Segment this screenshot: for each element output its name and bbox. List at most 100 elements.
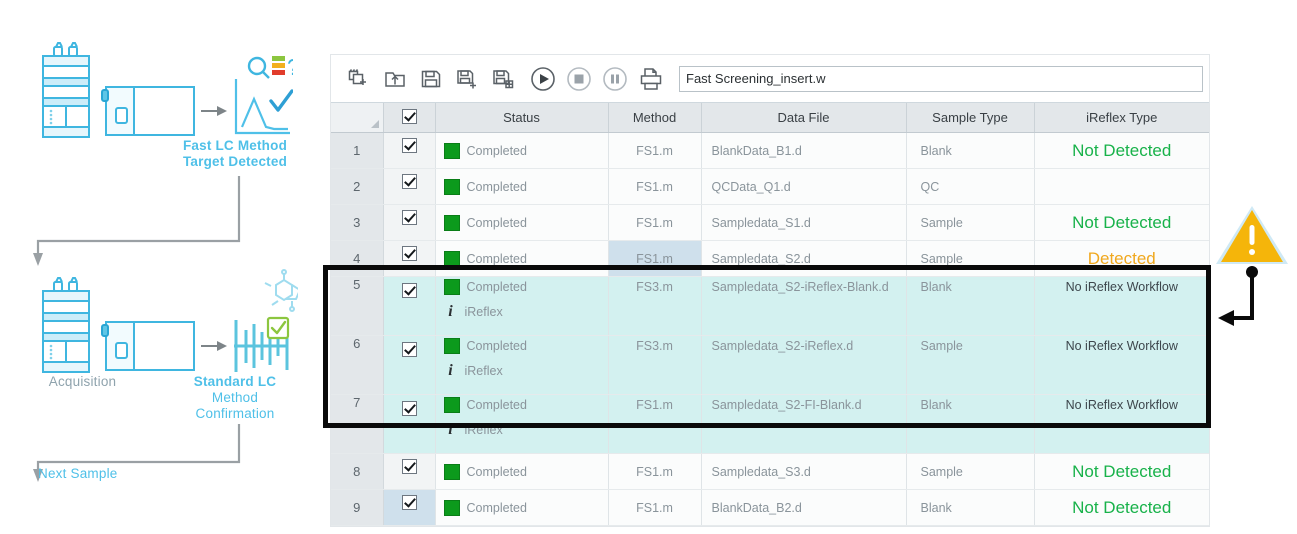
save-icon[interactable] bbox=[413, 62, 449, 96]
row-checkbox-cell[interactable] bbox=[383, 240, 436, 277]
status-cell[interactable]: Completed bbox=[435, 132, 609, 169]
status-cell[interactable]: Completed i iReflex bbox=[435, 335, 609, 395]
method-cell[interactable]: FS3.m bbox=[608, 276, 702, 336]
sampletype-cell[interactable]: Blank bbox=[906, 394, 1035, 454]
header-sampletype[interactable]: Sample Type bbox=[906, 103, 1035, 133]
row-checkbox-cell[interactable] bbox=[383, 168, 436, 205]
status-cell[interactable]: Completed i iReflex bbox=[435, 276, 609, 336]
save-new-icon[interactable] bbox=[449, 62, 485, 96]
ireflex-cell[interactable]: Not Detected bbox=[1034, 489, 1209, 526]
table-row[interactable]: 4 Completed FS1.m Sampledata_S2.d Sample Dete… bbox=[331, 240, 1209, 277]
status-cell[interactable]: Completed bbox=[435, 453, 609, 490]
pause-icon[interactable] bbox=[597, 62, 633, 96]
table-row[interactable]: 3 Completed FS1.m Sampledata_S1.d Sample Not … bbox=[331, 204, 1209, 241]
header-method[interactable]: Method bbox=[608, 103, 702, 133]
datafile-cell[interactable]: QCData_Q1.d bbox=[701, 168, 907, 205]
table-row[interactable]: 2 Completed FS1.m QCData_Q1.d QC bbox=[331, 168, 1209, 205]
method-cell[interactable]: FS1.m bbox=[608, 453, 702, 490]
sampletype-cell[interactable]: QC bbox=[906, 168, 1035, 205]
method-cell[interactable]: FS1.m bbox=[608, 132, 702, 169]
sampletype-cell[interactable]: Blank bbox=[906, 132, 1035, 169]
datafile-cell[interactable]: Sampledata_S2.d bbox=[701, 240, 907, 277]
datafile-cell[interactable]: BlankData_B2.d bbox=[701, 489, 907, 526]
row-checkbox[interactable] bbox=[401, 401, 417, 416]
row-number[interactable]: 2 bbox=[331, 168, 384, 205]
datafile-cell[interactable]: Sampledata_S3.d bbox=[701, 453, 907, 490]
row-number[interactable]: 5 bbox=[331, 276, 384, 336]
method-cell[interactable]: FS3.m bbox=[608, 335, 702, 395]
row-number[interactable]: 3 bbox=[331, 204, 384, 241]
table-row[interactable]: 6 Completed i iReflex FS3.m Sampledata_S2-iRe… bbox=[331, 335, 1209, 395]
ireflex-cell[interactable]: Not Detected bbox=[1034, 132, 1209, 169]
table-row[interactable]: 1 Completed FS1.m BlankData_B1.d Blank Not De… bbox=[331, 132, 1209, 169]
sampletype-cell[interactable]: Sample bbox=[906, 453, 1035, 490]
select-all-checkbox[interactable] bbox=[401, 108, 417, 124]
method-cell[interactable]: FS1.m bbox=[608, 394, 702, 454]
stop-icon[interactable] bbox=[561, 62, 597, 96]
status-cell[interactable]: Completed bbox=[435, 240, 609, 277]
row-number[interactable]: 4 bbox=[331, 240, 384, 277]
status-cell[interactable]: Completed i iReflex bbox=[435, 394, 609, 454]
select-all-corner[interactable] bbox=[331, 103, 384, 133]
sampletype-cell[interactable]: Blank bbox=[906, 489, 1035, 526]
run-icon[interactable] bbox=[525, 62, 561, 96]
row-checkbox-cell[interactable] bbox=[383, 132, 436, 169]
row-checkbox[interactable] bbox=[401, 459, 417, 474]
row-checkbox-cell[interactable] bbox=[383, 453, 436, 490]
new-worklist-icon[interactable] bbox=[341, 62, 377, 96]
ireflex-cell[interactable]: Not Detected bbox=[1034, 204, 1209, 241]
ireflex-cell[interactable]: Detected bbox=[1034, 240, 1209, 277]
method-cell[interactable]: FS1.m bbox=[608, 168, 702, 205]
method-cell[interactable]: FS1.m bbox=[608, 240, 702, 277]
sampletype-cell[interactable]: Sample bbox=[906, 335, 1035, 395]
open-folder-icon[interactable] bbox=[377, 62, 413, 96]
table-row[interactable]: 9 Completed FS1.m BlankData_B2.d Blank Not De… bbox=[331, 489, 1209, 526]
print-icon[interactable] bbox=[633, 62, 669, 96]
datafile-cell[interactable]: BlankData_B1.d bbox=[701, 132, 907, 169]
row-checkbox-cell[interactable] bbox=[383, 394, 436, 454]
ireflex-cell[interactable] bbox=[1034, 168, 1209, 205]
row-checkbox-cell[interactable] bbox=[383, 489, 436, 526]
row-checkbox-cell[interactable] bbox=[383, 204, 436, 241]
sampletype-cell[interactable]: Sample bbox=[906, 204, 1035, 241]
row-checkbox[interactable] bbox=[401, 342, 417, 357]
header-status[interactable]: Status bbox=[435, 103, 609, 133]
status-cell[interactable]: Completed bbox=[435, 489, 609, 526]
ireflex-cell[interactable]: No iReflex Workflow bbox=[1034, 335, 1209, 395]
header-ireflextype[interactable]: iReflex Type bbox=[1034, 103, 1209, 133]
sampletype-cell[interactable]: Sample bbox=[906, 240, 1035, 277]
row-number[interactable]: 9 bbox=[331, 489, 384, 526]
status-label: Completed bbox=[466, 251, 527, 266]
row-checkbox-cell[interactable] bbox=[383, 335, 436, 395]
row-checkbox[interactable] bbox=[401, 138, 417, 153]
row-number[interactable]: 7 bbox=[331, 394, 384, 454]
datafile-cell[interactable]: Sampledata_S2-iReflex-Blank.d bbox=[701, 276, 907, 336]
row-checkbox[interactable] bbox=[401, 210, 417, 225]
row-checkbox-cell[interactable] bbox=[383, 276, 436, 336]
ireflex-cell[interactable]: No iReflex Workflow bbox=[1034, 394, 1209, 454]
table-row[interactable]: 7 Completed i iReflex FS1.m Sampledata_S2-FI-… bbox=[331, 394, 1209, 454]
row-checkbox[interactable] bbox=[401, 246, 417, 261]
method-cell[interactable]: FS1.m bbox=[608, 204, 702, 241]
ireflex-cell[interactable]: No iReflex Workflow bbox=[1034, 276, 1209, 336]
row-checkbox[interactable] bbox=[401, 283, 417, 298]
row-checkbox[interactable] bbox=[401, 174, 417, 189]
row-number[interactable]: 8 bbox=[331, 453, 384, 490]
table-row[interactable]: 5 Completed i iReflex FS3.m Sampledata_S2-iRe… bbox=[331, 276, 1209, 336]
datafile-cell[interactable]: Sampledata_S2-FI-Blank.d bbox=[701, 394, 907, 454]
datafile-cell[interactable]: Sampledata_S1.d bbox=[701, 204, 907, 241]
sampletype-cell[interactable]: Blank bbox=[906, 276, 1035, 336]
header-datafile[interactable]: Data File bbox=[701, 103, 907, 133]
worklist-file-input[interactable]: Fast Screening_insert.w bbox=[679, 65, 1203, 92]
ireflex-cell[interactable]: Not Detected bbox=[1034, 453, 1209, 490]
table-row[interactable]: 8 Completed FS1.m Sampledata_S3.d Sample Not … bbox=[331, 453, 1209, 490]
row-number[interactable]: 1 bbox=[331, 132, 384, 169]
row-checkbox[interactable] bbox=[401, 495, 417, 510]
status-cell[interactable]: Completed bbox=[435, 204, 609, 241]
header-checkbox-cell[interactable] bbox=[383, 103, 436, 133]
save-copy-icon[interactable] bbox=[485, 62, 521, 96]
method-cell[interactable]: FS1.m bbox=[608, 489, 702, 526]
row-number[interactable]: 6 bbox=[331, 335, 384, 395]
datafile-cell[interactable]: Sampledata_S2-iReflex.d bbox=[701, 335, 907, 395]
status-cell[interactable]: Completed bbox=[435, 168, 609, 205]
